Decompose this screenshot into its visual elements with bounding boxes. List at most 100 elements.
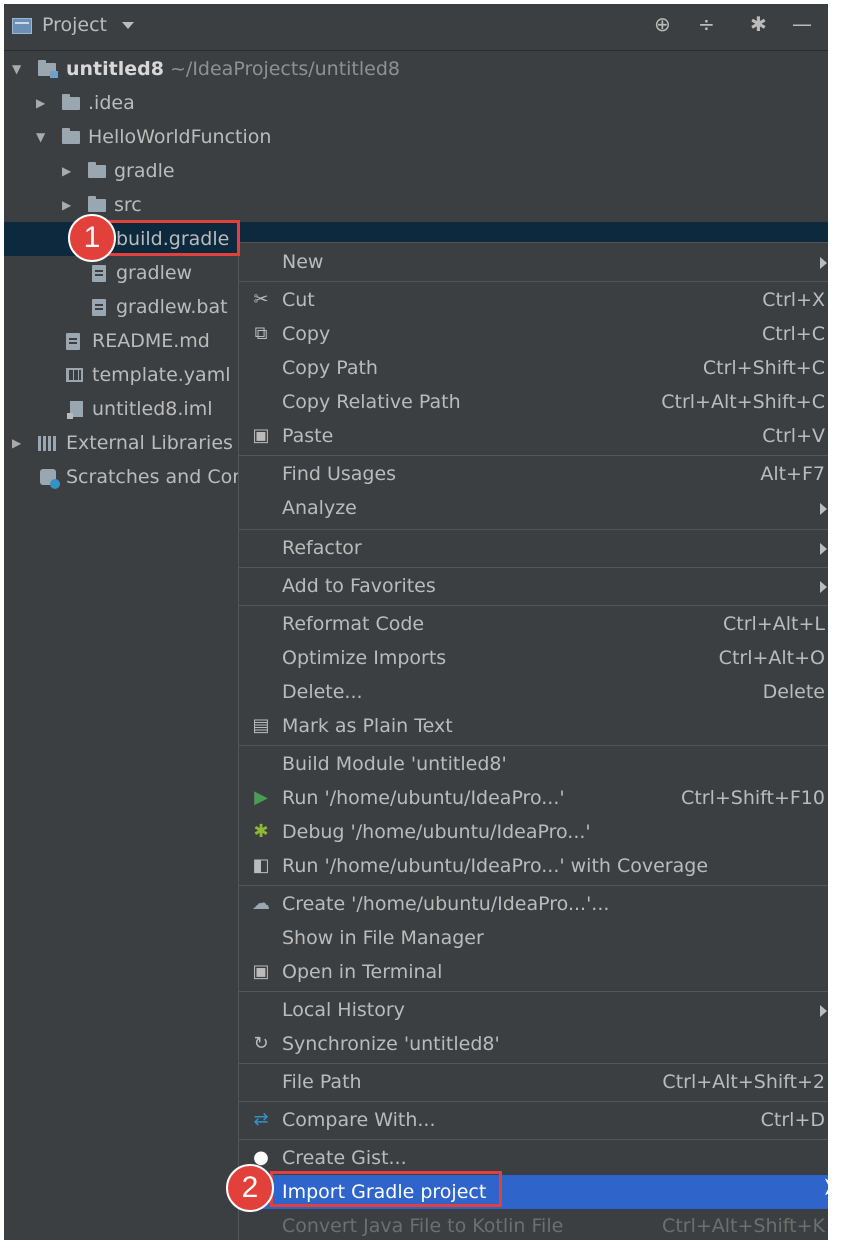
file-icon (92, 299, 106, 316)
menu-item-synchronize[interactable]: ↻ Synchronize 'untitled8' (239, 1027, 828, 1061)
expand-arrow-icon[interactable]: ▼ (36, 120, 45, 154)
menu-item-create-gist[interactable]: ● Create Gist... (239, 1141, 828, 1175)
submenu-arrow-icon (820, 257, 827, 269)
menu-separator (239, 281, 828, 282)
menu-item-label: Copy Path (282, 357, 378, 379)
menu-item-label: File Path (282, 1071, 362, 1093)
project-view-selector[interactable]: Project (42, 14, 107, 36)
menu-separator (239, 991, 828, 992)
plain-text-icon: ▤ (252, 715, 270, 736)
expand-arrow-icon[interactable]: ▼ (12, 52, 21, 86)
menu-item-label: Find Usages (282, 463, 397, 485)
menu-separator (239, 605, 828, 606)
menu-item-show-in-file-manager[interactable]: Show in File Manager (239, 921, 828, 955)
file-icon (92, 265, 106, 282)
tree-item-path: ~/IdeaProjects/untitled8 (170, 58, 401, 80)
menu-item-file-path[interactable]: File Path Ctrl+Alt+Shift+2 (239, 1065, 828, 1099)
folder-icon (88, 196, 106, 212)
menu-item-analyze[interactable]: Analyze (239, 491, 828, 525)
mouse-cursor-icon: ➤ (822, 1172, 842, 1202)
menu-item-paste[interactable]: ▣ Paste Ctrl+V (239, 419, 828, 453)
menu-item-label: Create '/home/ubuntu/IdeaPro...'... (282, 893, 610, 915)
minimize-icon[interactable]: — (792, 12, 812, 36)
menu-item-label: Copy Relative Path (282, 391, 461, 413)
crosshair-icon[interactable]: ⊕ (654, 12, 671, 36)
tree-item-helloworldfunction[interactable]: ▼ HelloWorldFunction (4, 120, 828, 154)
menu-item-copy-path[interactable]: Copy Path Ctrl+Shift+C (239, 351, 828, 385)
iml-icon (67, 401, 83, 419)
submenu-arrow-icon (820, 581, 827, 593)
menu-item-shortcut: Delete (762, 681, 825, 703)
menu-item-build-module[interactable]: Build Module 'untitled8' (239, 747, 828, 781)
menu-item-new[interactable]: New (239, 245, 828, 279)
module-folder-icon (38, 60, 58, 78)
menu-item-label: Run '/home/ubuntu/IdeaPro...' with Cover… (282, 855, 709, 877)
menu-item-shortcut: Ctrl+Alt+Shift+2 (662, 1071, 825, 1093)
gear-icon[interactable]: ✱ (750, 12, 767, 36)
menu-item-compare-with[interactable]: ⇄ Compare With... Ctrl+D (239, 1103, 828, 1137)
menu-item-label: Cut (282, 289, 315, 311)
menu-item-add-to-favorites[interactable]: Add to Favorites (239, 569, 828, 603)
menu-item-open-in-terminal[interactable]: ▣ Open in Terminal (239, 955, 828, 989)
menu-item-label: Copy (282, 323, 331, 345)
tree-item-untitled8[interactable]: ▼ untitled8 ~/IdeaProjects/untitled8 (4, 52, 828, 86)
menu-item-label: Delete... (282, 681, 363, 703)
terminal-icon: ▣ (252, 961, 270, 982)
tree-item-label: HelloWorldFunction (88, 126, 272, 148)
expand-arrow-icon[interactable]: ▶ (62, 188, 71, 222)
menu-item-shortcut: Ctrl+V (762, 425, 825, 447)
tree-item-label: gradlew (116, 262, 193, 284)
expand-arrow-icon[interactable]: ▶ (12, 426, 21, 460)
menu-item-optimize-imports[interactable]: Optimize Imports Ctrl+Alt+O (239, 641, 828, 675)
menu-item-label: Compare With... (282, 1109, 436, 1131)
sync-icon: ↻ (253, 1033, 269, 1054)
menu-item-shortcut: Ctrl+X (762, 289, 825, 311)
chevron-down-icon[interactable] (122, 22, 134, 29)
highlight-box-build-gradle (108, 220, 240, 256)
menu-item-label: Optimize Imports (282, 647, 447, 669)
menu-item-cut[interactable]: ✂ Cut Ctrl+X (239, 283, 828, 317)
tree-item-label: .idea (88, 92, 135, 114)
menu-item-shortcut: Ctrl+Shift+C (702, 357, 825, 379)
tree-item-label: README.md (92, 330, 210, 352)
menu-item-create-configuration[interactable]: ☁ Create '/home/ubuntu/IdeaPro...'... (239, 887, 828, 921)
folder-icon (62, 94, 80, 110)
menu-item-run-with-coverage[interactable]: ◧ Run '/home/ubuntu/IdeaPro...' with Cov… (239, 849, 828, 883)
tree-item-label: gradle (114, 160, 175, 182)
menu-item-local-history[interactable]: Local History (239, 993, 828, 1027)
menu-item-copy-relative-path[interactable]: Copy Relative Path Ctrl+Alt+Shift+C (239, 385, 828, 419)
menu-item-copy[interactable]: ⧉ Copy Ctrl+C (239, 317, 828, 351)
menu-item-label: Mark as Plain Text (282, 715, 453, 737)
menu-separator (239, 1139, 828, 1140)
menu-item-label: Add to Favorites (282, 575, 436, 597)
menu-item-delete[interactable]: Delete... Delete (239, 675, 828, 709)
menu-item-mark-as-plain-text[interactable]: ▤ Mark as Plain Text (239, 709, 828, 743)
submenu-arrow-icon (820, 543, 827, 555)
menu-item-shortcut: Ctrl+D (760, 1109, 825, 1131)
step-callout-2: 2 (226, 1164, 274, 1212)
menu-item-run[interactable]: ▶ Run '/home/ubuntu/IdeaPro...' Ctrl+Shi… (239, 781, 828, 815)
expand-arrow-icon[interactable]: ▶ (62, 154, 71, 188)
menu-item-label: Create Gist... (282, 1147, 407, 1169)
menu-item-reformat-code[interactable]: Reformat Code Ctrl+Alt+L (239, 607, 828, 641)
menu-item-convert-java-to-kotlin[interactable]: Convert Java File to Kotlin File Ctrl+Al… (239, 1209, 828, 1240)
tree-item-gradle[interactable]: ▶ gradle (4, 154, 828, 188)
menu-item-label: Reformat Code (282, 613, 425, 635)
submenu-arrow-icon (820, 503, 827, 515)
project-panel-icon (12, 18, 32, 34)
tree-item-label: gradlew.bat (116, 296, 228, 318)
menu-item-find-usages[interactable]: Find Usages Alt+F7 (239, 457, 828, 491)
collapse-icon[interactable]: ÷ (698, 12, 715, 36)
menu-item-debug[interactable]: ✱ Debug '/home/ubuntu/IdeaPro...' (239, 815, 828, 849)
menu-item-shortcut: Ctrl+C (762, 323, 825, 345)
folder-icon (88, 162, 106, 178)
tree-item-src[interactable]: ▶ src (4, 188, 828, 222)
expand-arrow-icon[interactable]: ▶ (36, 86, 45, 120)
tree-item-idea[interactable]: ▶ .idea (4, 86, 828, 120)
menu-item-refactor[interactable]: Refactor (239, 531, 828, 565)
tree-item-label: template.yaml (92, 364, 231, 386)
run-icon: ▶ (254, 787, 268, 808)
table-icon (66, 368, 83, 382)
clipboard-icon: ▣ (252, 425, 270, 446)
copy-icon: ⧉ (254, 323, 268, 344)
